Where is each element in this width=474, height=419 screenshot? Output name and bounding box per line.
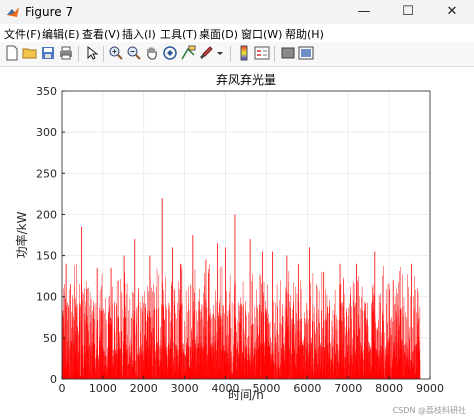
y-axis-label: 功率/kW: [14, 211, 29, 258]
zoom-in-icon[interactable]: [108, 45, 124, 61]
rotate-3d-icon[interactable]: [162, 45, 178, 61]
matlab-logo-icon: [7, 7, 19, 17]
legend-icon[interactable]: [254, 45, 270, 61]
y-tick-label: 350: [36, 85, 57, 98]
x-axis-label: 时间/h: [228, 388, 264, 402]
new-figure-icon[interactable]: [4, 45, 20, 61]
select-arrow-icon[interactable]: [84, 45, 100, 61]
figure-canvas[interactable]: 弃风弃光量 0 1000 2000 3000 4000 5000 6000 7000 8000 9…: [0, 67, 474, 405]
menu-desktop[interactable]: 桌面(D): [199, 26, 238, 42]
y-tick-label: 150: [36, 250, 57, 263]
menu-window[interactable]: 窗口(W): [241, 26, 282, 42]
x-tick-label: 6000: [293, 382, 321, 395]
y-tick-label: 200: [36, 208, 57, 221]
chart-title: 弃风弃光量: [216, 72, 276, 87]
x-tick-label: 1000: [89, 382, 117, 395]
hide-plot-tools-icon[interactable]: [280, 45, 296, 61]
y-tick-label: 100: [36, 291, 57, 304]
y-tick-label: 300: [36, 126, 57, 139]
pan-hand-icon[interactable]: [144, 45, 160, 61]
menu-help[interactable]: 帮助(H): [285, 26, 324, 42]
toolbar-separator: [230, 46, 231, 62]
maximize-button[interactable]: ☐: [386, 0, 430, 24]
hourly-bars: [61, 263, 421, 379]
y-tick-label: 0: [50, 373, 57, 386]
x-tick-label: 7000: [334, 382, 362, 395]
close-button[interactable]: ✕: [430, 0, 474, 24]
save-icon[interactable]: [40, 45, 56, 61]
y-tick-label: 50: [43, 332, 57, 345]
window-titlebar: Figure 7 — ☐ ✕: [0, 0, 474, 25]
chart-svg: 弃风弃光量 0 1000 2000 3000 4000 5000 6000 7000 8000 9…: [14, 72, 444, 402]
print-icon[interactable]: [58, 45, 74, 61]
y-tick-label: 250: [36, 167, 57, 180]
minimize-button[interactable]: —: [342, 0, 386, 24]
brush-icon[interactable]: [198, 45, 214, 61]
menu-bar: 文件(F) 编辑(E) 查看(V) 插入(I) 工具(T) 桌面(D) 窗口(W…: [0, 24, 474, 42]
x-tick-label: 9000: [416, 382, 444, 395]
menu-view[interactable]: 查看(V): [82, 26, 120, 42]
x-tick-label: 0: [59, 382, 66, 395]
zoom-out-icon[interactable]: [126, 45, 142, 61]
data-cursor-icon[interactable]: [180, 45, 196, 61]
menu-insert[interactable]: 插入(I): [122, 26, 156, 42]
toolbar-separator: [78, 46, 79, 62]
open-file-icon[interactable]: [22, 45, 38, 61]
x-tick-label: 2000: [130, 382, 158, 395]
show-plot-tools-icon[interactable]: [298, 45, 314, 61]
toolbar-separator: [274, 46, 275, 62]
colorbar-icon[interactable]: [236, 45, 252, 61]
watermark: CSDN @荔枝科研社: [392, 406, 466, 415]
menu-tools[interactable]: 工具(T): [160, 26, 197, 42]
x-tick-label: 3000: [171, 382, 199, 395]
toolbar-separator: [103, 46, 104, 62]
dropdown-arrow-icon[interactable]: [216, 45, 224, 61]
bar-series: [61, 197, 421, 379]
menu-edit[interactable]: 编辑(E): [42, 26, 80, 42]
menu-file[interactable]: 文件(F): [4, 26, 41, 42]
figure-toolbar: [0, 42, 474, 67]
window-title: Figure 7: [25, 5, 74, 19]
x-tick-label: 8000: [375, 382, 403, 395]
